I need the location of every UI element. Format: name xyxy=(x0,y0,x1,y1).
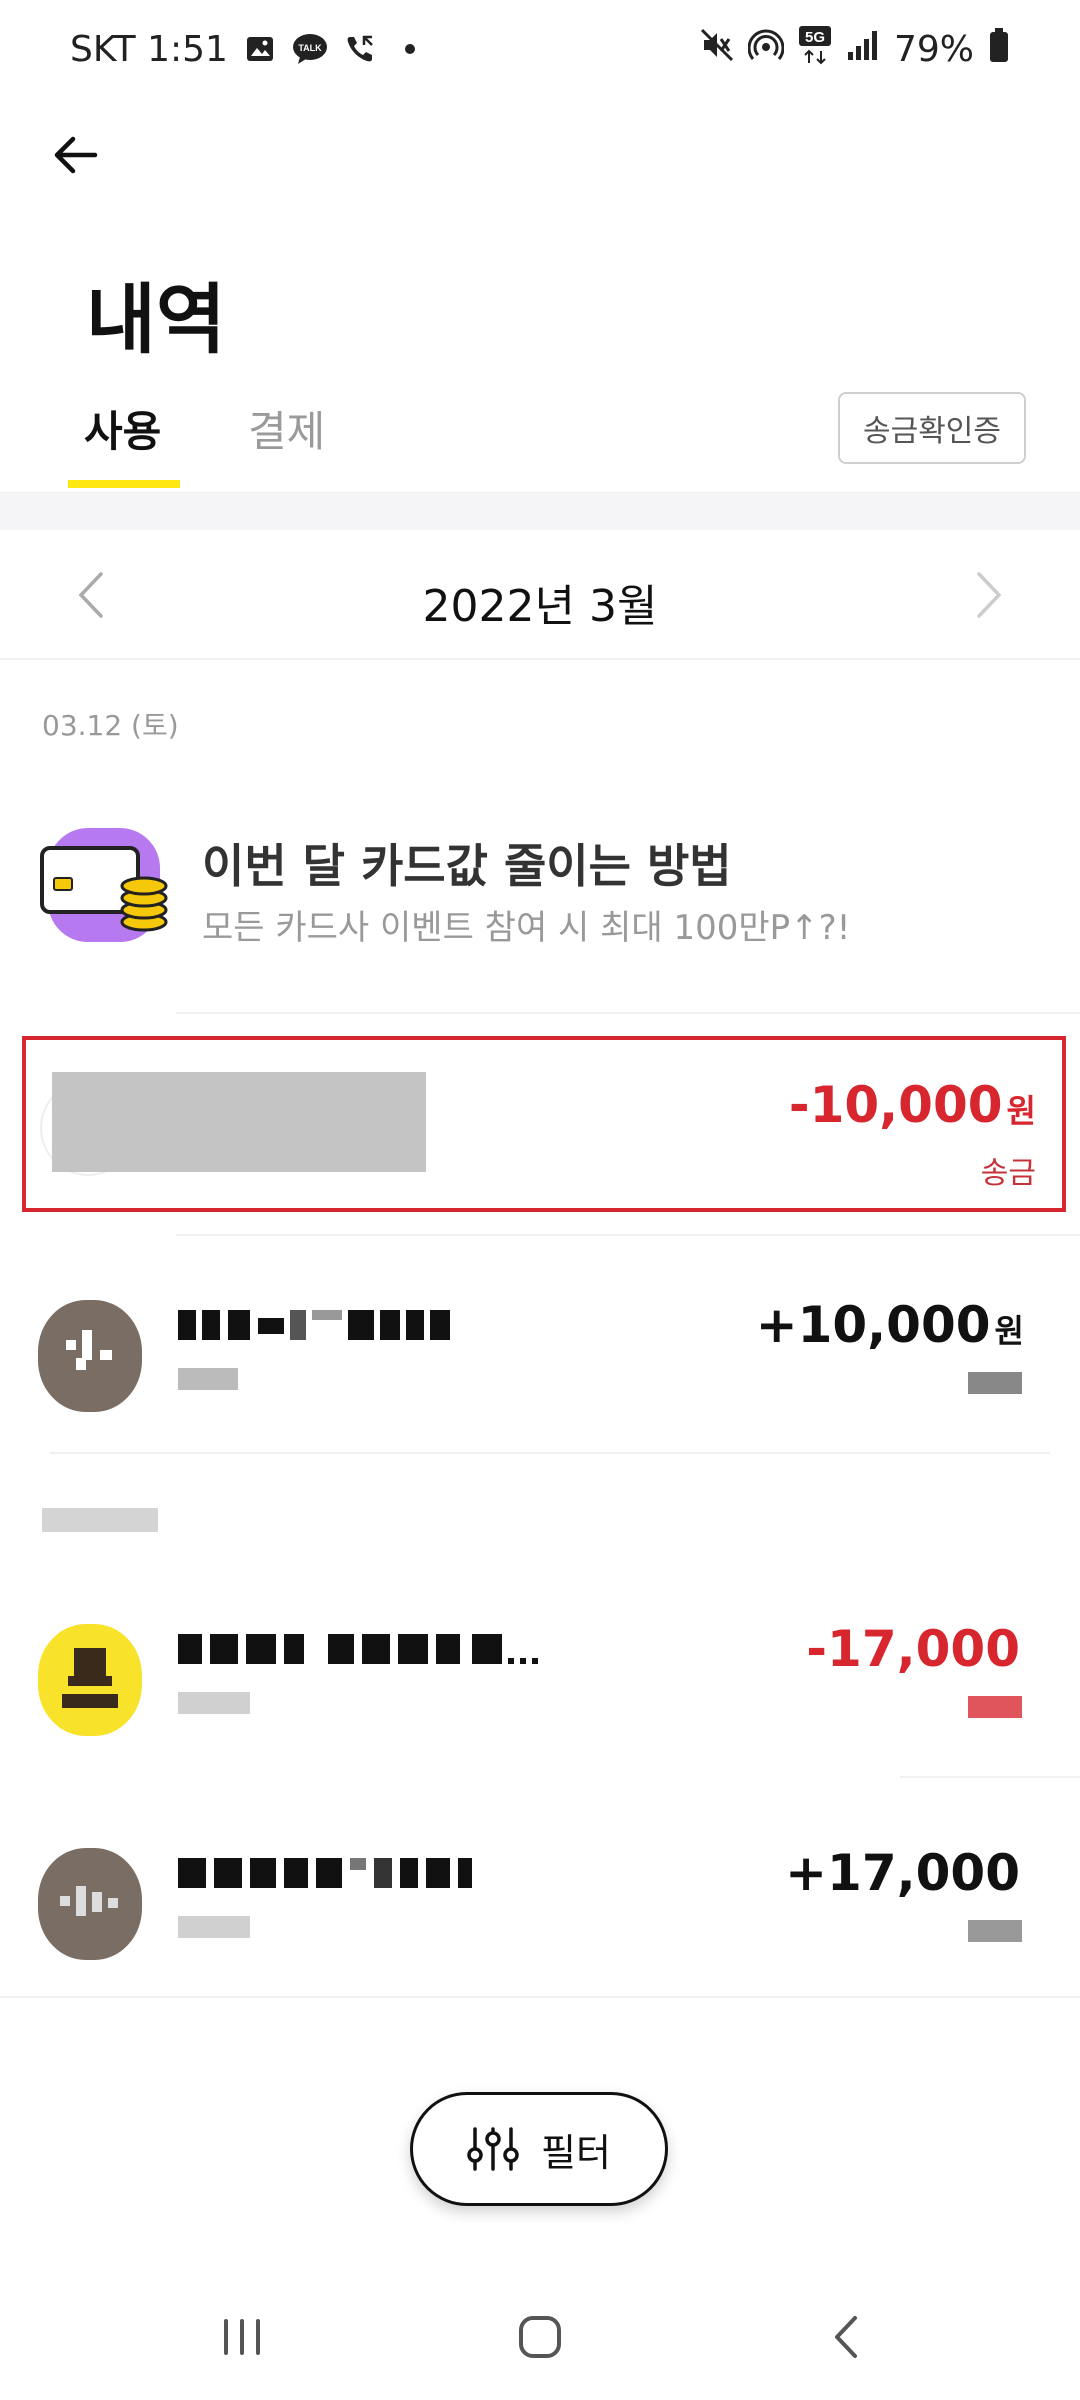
transaction-row[interactable]: -17,000 xyxy=(0,1584,1080,1760)
mute-icon xyxy=(700,28,734,71)
network-5g-icon: 5G xyxy=(798,25,832,74)
transaction-subtext-pixelated xyxy=(178,1912,258,1949)
avatar xyxy=(38,1848,142,1960)
recents-button[interactable] xyxy=(192,2292,292,2382)
home-button[interactable] xyxy=(490,2292,590,2382)
status-bar: SKT 1:51 TALK 5G 79% xyxy=(0,0,1080,96)
transaction-amount: +10,000 원 xyxy=(756,1296,1024,1354)
transaction-amount: +17,000 xyxy=(785,1844,1024,1902)
recents-icon xyxy=(224,2319,260,2355)
transaction-type-pixelated xyxy=(968,1916,1024,1954)
promo-banner[interactable]: 이번 달 카드값 줄이는 방법 모든 카드사 이벤트 참여 시 최대 100만P… xyxy=(0,808,1080,958)
tab-bar: 사용 결제 송금확인증 xyxy=(0,380,1080,492)
transaction-type: 송금 xyxy=(980,1156,1036,1191)
svg-text:TALK: TALK xyxy=(298,43,322,53)
missed-call-icon xyxy=(342,31,378,67)
promo-subtitle: 모든 카드사 이벤트 참여 시 최대 100만P↑?! xyxy=(202,908,851,948)
back-button[interactable] xyxy=(40,120,110,190)
transfer-certificate-button[interactable]: 송금확인증 xyxy=(838,392,1026,464)
date-header: 03.12 (토) xyxy=(42,709,179,742)
sliders-icon xyxy=(467,2127,519,2171)
status-left: SKT 1:51 TALK xyxy=(70,24,428,74)
transaction-name-pixelated xyxy=(178,1628,558,1682)
date-header-pixelated xyxy=(42,1504,162,1543)
month-label: 2022년 3월 xyxy=(422,581,658,632)
home-icon xyxy=(519,2316,561,2358)
amount-unit: 원 xyxy=(994,1312,1024,1350)
transaction-amount: -10,000 원 xyxy=(789,1076,1036,1134)
redacted-block xyxy=(52,1072,426,1172)
amount-value: +17,000 xyxy=(785,1844,1020,1902)
status-right: 5G 79% xyxy=(700,24,1010,74)
transaction-type-pixelated xyxy=(968,1368,1024,1406)
next-month-button[interactable] xyxy=(960,560,1020,630)
transaction-amount: -17,000 xyxy=(806,1620,1024,1678)
signal-icon xyxy=(846,28,880,71)
tab-payment[interactable]: 결제 xyxy=(248,398,325,459)
active-tab-indicator xyxy=(68,480,180,488)
chevron-right-icon xyxy=(977,572,1002,618)
system-back-button[interactable] xyxy=(796,2292,896,2382)
gallery-icon xyxy=(242,31,278,67)
filter-label: 필터 xyxy=(541,2130,611,2175)
transaction-subtext-pixelated xyxy=(178,1688,258,1725)
amount-value: -17,000 xyxy=(806,1620,1020,1678)
arrow-left-icon xyxy=(54,136,98,174)
amount-unit: 원 xyxy=(1006,1092,1036,1130)
divider xyxy=(176,1234,1080,1236)
divider xyxy=(176,1012,1080,1014)
network-label: 5G xyxy=(805,29,825,46)
promo-title: 이번 달 카드값 줄이는 방법 xyxy=(202,839,732,893)
transaction-subtext-pixelated xyxy=(178,1364,258,1401)
filter-button[interactable]: 필터 xyxy=(410,2092,668,2206)
dot-icon xyxy=(392,31,428,67)
transaction-row[interactable]: +17,000 xyxy=(0,1808,1080,1984)
battery-percent: 79% xyxy=(893,28,974,70)
card-coins-icon xyxy=(40,826,168,944)
transaction-name-pixelated xyxy=(178,1304,538,1358)
transaction-row[interactable]: +10,000 원 xyxy=(0,1260,1080,1436)
month-navigator: 2022년 3월 xyxy=(0,530,1080,660)
chevron-left-icon xyxy=(835,2316,857,2358)
talk-icon: TALK xyxy=(292,31,328,67)
divider xyxy=(0,1996,1080,1998)
amount-value: -10,000 xyxy=(788,1076,1003,1134)
battery-icon xyxy=(988,27,1010,72)
page-title: 내역 xyxy=(86,275,226,364)
divider xyxy=(50,1452,1050,1454)
transaction-row-highlighted[interactable]: -10,000 원 송금 xyxy=(22,1036,1066,1212)
system-nav-bar xyxy=(0,2270,1080,2400)
divider xyxy=(900,1776,1080,1778)
avatar xyxy=(38,1300,142,1412)
amount-value: +10,000 xyxy=(755,1296,991,1354)
hotspot-icon xyxy=(747,27,785,72)
avatar xyxy=(38,1624,142,1736)
section-divider xyxy=(0,492,1080,530)
transaction-name-pixelated xyxy=(178,1852,538,1906)
tab-usage[interactable]: 사용 xyxy=(84,398,161,459)
transaction-type-pixelated xyxy=(968,1692,1024,1730)
carrier-time: SKT 1:51 xyxy=(70,28,228,70)
